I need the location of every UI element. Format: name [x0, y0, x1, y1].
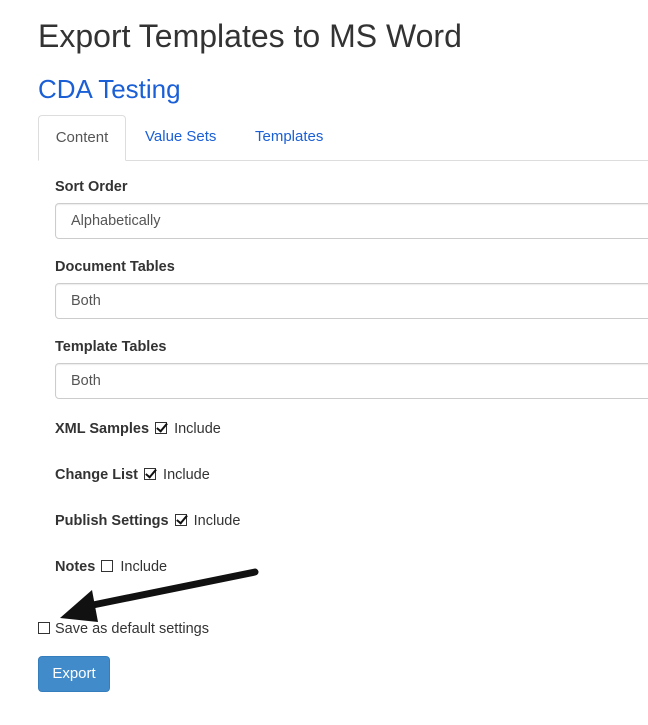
sort-order-value: Alphabetically	[71, 213, 161, 229]
save-default-checkbox[interactable]	[38, 622, 50, 634]
page-title: Export Templates to MS Word	[38, 18, 462, 54]
change-list-label: Change List	[55, 467, 138, 483]
sort-order-select[interactable]: Alphabetically	[55, 203, 648, 239]
template-tables-value: Both	[71, 373, 101, 389]
notes-row: Notes Include	[55, 557, 167, 577]
export-page: Export Templates to MS Word CDA Testing …	[0, 0, 648, 725]
tab-templates[interactable]: Templates	[255, 115, 323, 159]
xml-samples-row: XML Samples Include	[55, 419, 221, 439]
publish-settings-include-label: Include	[193, 513, 241, 529]
publish-settings-row: Publish Settings Include	[55, 511, 240, 531]
publish-settings-checkbox[interactable]	[174, 514, 187, 526]
save-default-label: Save as default settings	[55, 621, 209, 637]
document-tables-label: Document Tables	[55, 259, 175, 275]
document-tables-select[interactable]: Both	[55, 283, 648, 319]
document-tables-value: Both	[71, 293, 101, 309]
template-tables-select[interactable]: Both	[55, 363, 648, 399]
tab-content[interactable]: Content	[38, 115, 126, 161]
change-list-row: Change List Include	[55, 465, 210, 485]
sort-order-label: Sort Order	[55, 179, 128, 195]
change-list-checkbox[interactable]	[144, 468, 157, 480]
xml-samples-label: XML Samples	[55, 421, 150, 437]
template-tables-label: Template Tables	[55, 339, 167, 355]
save-default-row: Save as default settings	[38, 619, 209, 639]
export-button[interactable]: Export	[38, 656, 110, 692]
notes-label: Notes	[55, 559, 96, 575]
tab-bar: Content Value Sets Templates	[38, 115, 648, 161]
xml-samples-include-label: Include	[174, 421, 221, 437]
notes-checkbox[interactable]	[101, 560, 114, 572]
change-list-include-label: Include	[163, 467, 210, 483]
xml-samples-checkbox[interactable]	[155, 422, 168, 434]
project-title: CDA Testing	[38, 74, 181, 104]
publish-settings-label: Publish Settings	[55, 513, 169, 529]
tab-value-sets[interactable]: Value Sets	[145, 115, 216, 159]
notes-include-label: Include	[120, 559, 168, 575]
